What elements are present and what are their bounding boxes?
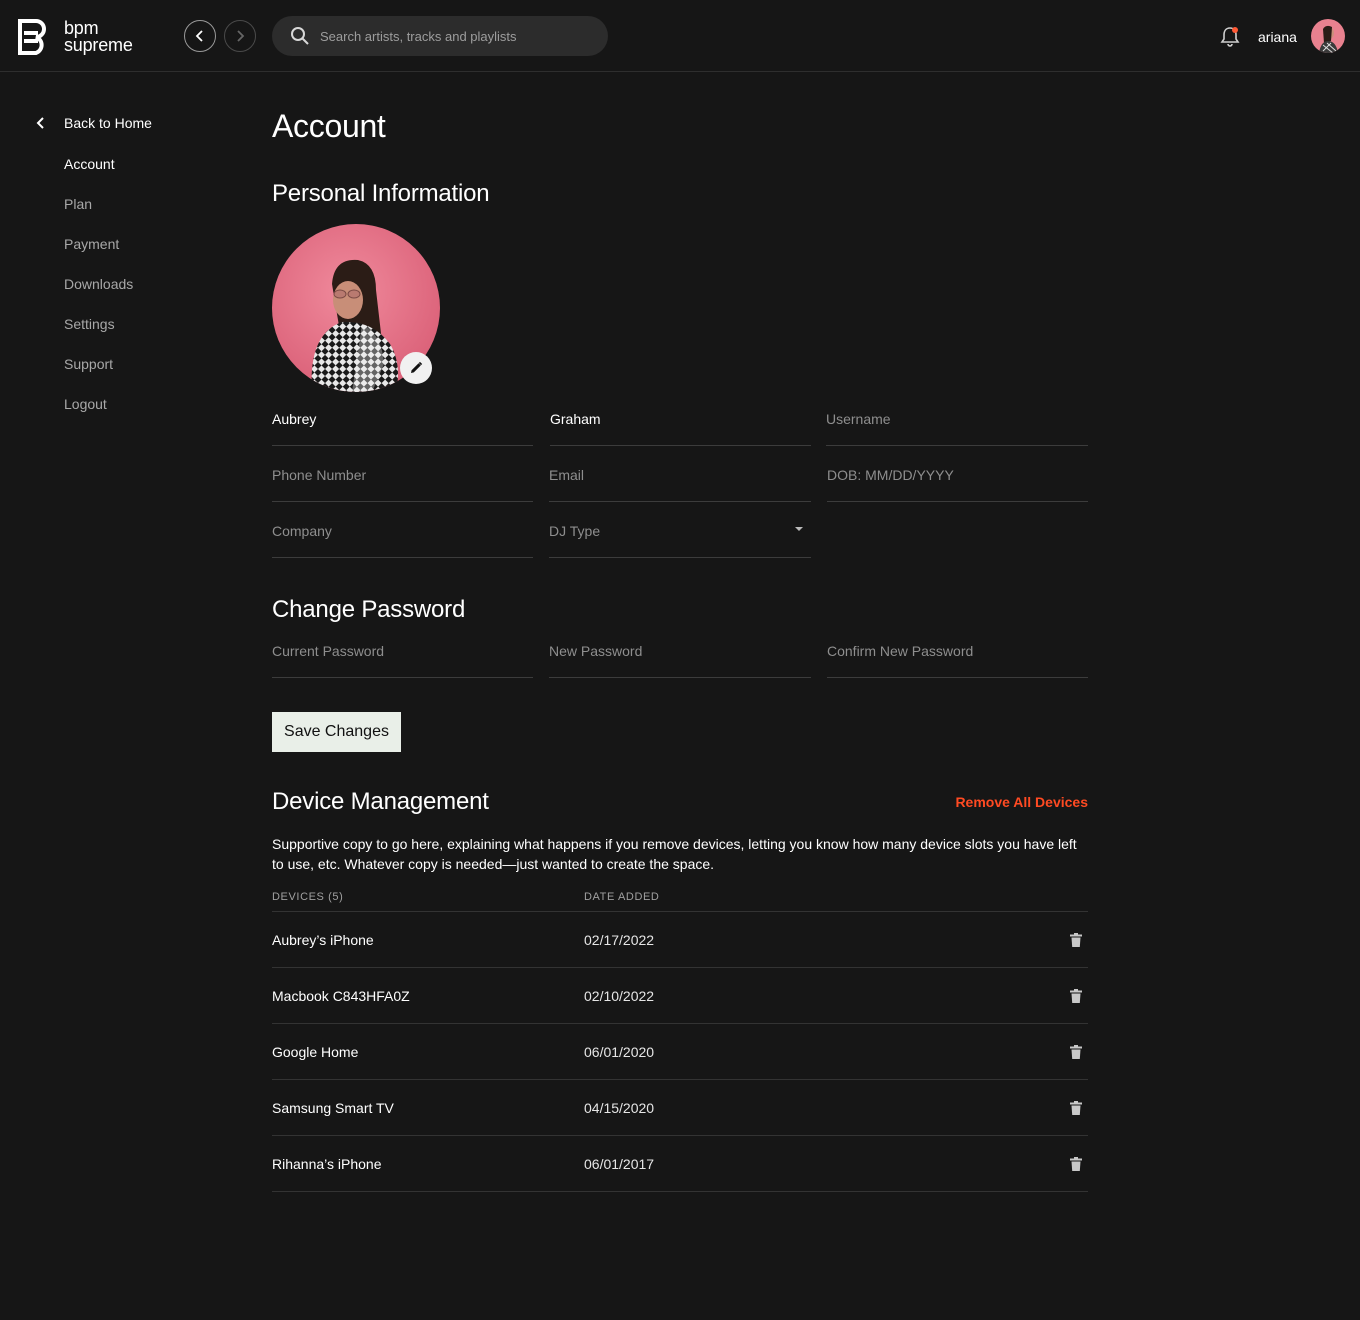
phone-input[interactable] [272, 466, 533, 483]
dj-type-input[interactable] [549, 522, 811, 539]
phone-field[interactable] [272, 466, 533, 502]
avatar[interactable] [1311, 19, 1345, 53]
devices-table: Aubrey’s iPhone 02/17/2022 Macbook C843H… [272, 911, 1088, 1192]
sidebar-item-account[interactable]: Account [64, 156, 115, 172]
date-added-column-header: DATE ADDED [584, 891, 660, 903]
device-name: Google Home [272, 1044, 359, 1060]
device-date: 04/15/2020 [584, 1100, 655, 1116]
confirm-password-input[interactable] [827, 642, 1088, 659]
chevron-left-icon [36, 117, 44, 129]
brand-wordmark: bpm supreme [64, 19, 133, 55]
new-password-field[interactable] [549, 642, 811, 678]
device-description: Supportive copy to go here, explaining w… [272, 836, 1077, 872]
nav-forward-button[interactable] [224, 20, 256, 52]
device-date: 06/01/2020 [584, 1044, 655, 1060]
device-name: Macbook C843HFA0Z [272, 988, 410, 1004]
pencil-icon [411, 361, 423, 373]
search-icon [291, 27, 309, 45]
back-to-home-label: Back to Home [64, 115, 152, 131]
table-row: Rihanna’s iPhone 06/01/2017 [272, 1136, 1088, 1192]
dj-type-select[interactable] [549, 522, 811, 558]
company-input[interactable] [272, 522, 533, 539]
dob-input[interactable] [827, 466, 1088, 483]
sidebar-item-settings[interactable]: Settings [64, 316, 115, 332]
change-password-heading: Change Password [272, 596, 466, 623]
brand-logo[interactable]: bpm supreme [18, 16, 148, 58]
sidebar-item-support[interactable]: Support [64, 356, 113, 372]
notification-dot [1232, 27, 1238, 33]
chevron-right-icon [237, 30, 245, 42]
trash-icon[interactable] [1070, 989, 1082, 1003]
sidebar-item-plan[interactable]: Plan [64, 196, 92, 212]
dob-field[interactable] [827, 466, 1088, 502]
search-bar[interactable] [272, 16, 608, 56]
page-title: Account [272, 108, 386, 144]
trash-icon[interactable] [1070, 1157, 1082, 1171]
remove-all-devices-button[interactable]: Remove All Devices [955, 794, 1088, 810]
chevron-left-icon [195, 30, 203, 42]
trash-icon[interactable] [1070, 933, 1082, 947]
username-input[interactable] [826, 410, 1088, 427]
username-field[interactable] [826, 410, 1088, 446]
first-name-input[interactable] [272, 410, 533, 427]
header-username[interactable]: ariana [1258, 29, 1297, 45]
sidebar-item-logout[interactable]: Logout [64, 396, 107, 412]
table-row: Samsung Smart TV 04/15/2020 [272, 1080, 1088, 1136]
save-changes-button[interactable]: Save Changes [272, 712, 401, 752]
table-row: Aubrey’s iPhone 02/17/2022 [272, 912, 1088, 968]
trash-icon[interactable] [1070, 1045, 1082, 1059]
last-name-input[interactable] [550, 410, 811, 427]
last-name-field[interactable] [550, 410, 811, 446]
search-input[interactable] [320, 28, 590, 44]
personal-info-heading: Personal Information [272, 180, 490, 207]
nav-back-button[interactable] [184, 20, 216, 52]
device-name: Aubrey’s iPhone [272, 932, 374, 948]
new-password-input[interactable] [549, 642, 811, 659]
device-name: Rihanna’s iPhone [272, 1156, 382, 1172]
bpm-logo-icon [18, 19, 46, 55]
sidebar-item-downloads[interactable]: Downloads [64, 276, 133, 292]
table-row: Google Home 06/01/2020 [272, 1024, 1088, 1080]
devices-column-header: DEVICES (5) [272, 891, 344, 903]
email-input[interactable] [549, 466, 811, 483]
company-field[interactable] [272, 522, 533, 558]
device-name: Samsung Smart TV [272, 1100, 394, 1116]
avatar-image [1311, 19, 1345, 53]
trash-icon[interactable] [1070, 1101, 1082, 1115]
confirm-password-field[interactable] [827, 642, 1088, 678]
device-date: 06/01/2017 [584, 1156, 655, 1172]
first-name-field[interactable] [272, 410, 533, 446]
caret-down-icon [795, 527, 803, 531]
current-password-input[interactable] [272, 642, 533, 659]
device-date: 02/10/2022 [584, 988, 655, 1004]
brand-line-2: supreme [64, 35, 133, 55]
back-to-home-link[interactable]: Back to Home [36, 115, 152, 131]
device-date: 02/17/2022 [584, 932, 655, 948]
device-management-heading: Device Management [272, 788, 489, 815]
sidebar-item-payment[interactable]: Payment [64, 236, 119, 252]
email-field[interactable] [549, 466, 811, 502]
current-password-field[interactable] [272, 642, 533, 678]
table-row: Macbook C843HFA0Z 02/10/2022 [272, 968, 1088, 1024]
edit-photo-button[interactable] [400, 352, 432, 384]
top-bar: bpm supreme ariana [0, 0, 1360, 72]
